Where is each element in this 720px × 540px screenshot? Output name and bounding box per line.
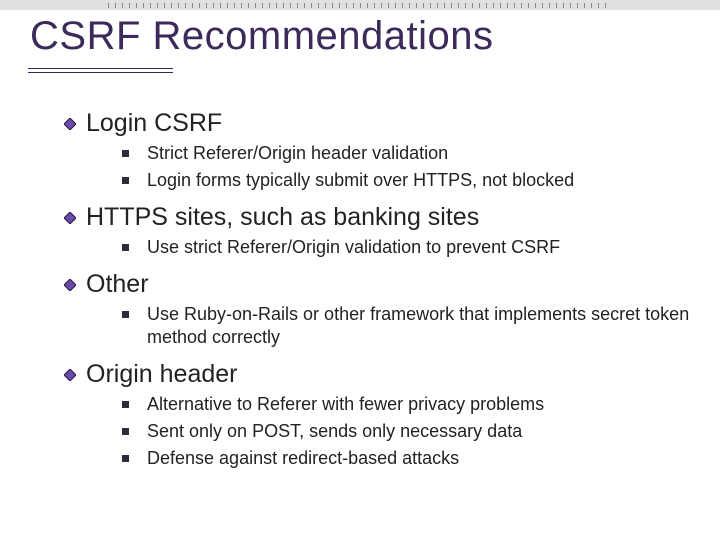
square-icon	[122, 244, 129, 251]
bullet-level1: Other	[64, 270, 690, 299]
bullet-level1: Origin header	[64, 360, 690, 389]
slide-title: CSRF Recommendations	[30, 14, 494, 59]
bullet-level1: Login CSRF	[64, 109, 690, 138]
diamond-icon	[64, 212, 76, 224]
square-icon	[122, 311, 129, 318]
square-icon	[122, 428, 129, 435]
section-heading: Other	[86, 270, 149, 299]
bullet-level1: HTTPS sites, such as banking sites	[64, 203, 690, 232]
bullet-text: Sent only on POST, sends only necessary …	[147, 420, 522, 443]
bullet-level2: Use Ruby-on-Rails or other framework tha…	[122, 303, 690, 349]
title-underline	[28, 68, 173, 73]
section-heading: Login CSRF	[86, 109, 222, 138]
ruler-marks	[108, 3, 612, 8]
square-icon	[122, 455, 129, 462]
bullet-level2: Sent only on POST, sends only necessary …	[122, 420, 690, 443]
bullet-level2: Defense against redirect-based attacks	[122, 447, 690, 470]
bullet-level2: Use strict Referer/Origin validation to …	[122, 236, 690, 259]
bullet-text: Alternative to Referer with fewer privac…	[147, 393, 544, 416]
bullet-text: Use Ruby-on-Rails or other framework tha…	[147, 303, 690, 349]
square-icon	[122, 401, 129, 408]
diamond-icon	[64, 369, 76, 381]
diamond-icon	[64, 118, 76, 130]
slide-content: Login CSRF Strict Referer/Origin header …	[64, 106, 690, 472]
section-heading: HTTPS sites, such as banking sites	[86, 203, 479, 232]
bullet-level2: Login forms typically submit over HTTPS,…	[122, 169, 690, 192]
section-heading: Origin header	[86, 360, 237, 389]
bullet-text: Defense against redirect-based attacks	[147, 447, 459, 470]
diamond-icon	[64, 279, 76, 291]
bullet-level2: Strict Referer/Origin header validation	[122, 142, 690, 165]
bullet-text: Login forms typically submit over HTTPS,…	[147, 169, 574, 192]
bullet-level2: Alternative to Referer with fewer privac…	[122, 393, 690, 416]
bullet-text: Use strict Referer/Origin validation to …	[147, 236, 560, 259]
top-ruler	[0, 0, 720, 10]
bullet-text: Strict Referer/Origin header validation	[147, 142, 448, 165]
square-icon	[122, 177, 129, 184]
slide: CSRF Recommendations Login CSRF Strict R…	[0, 0, 720, 540]
square-icon	[122, 150, 129, 157]
